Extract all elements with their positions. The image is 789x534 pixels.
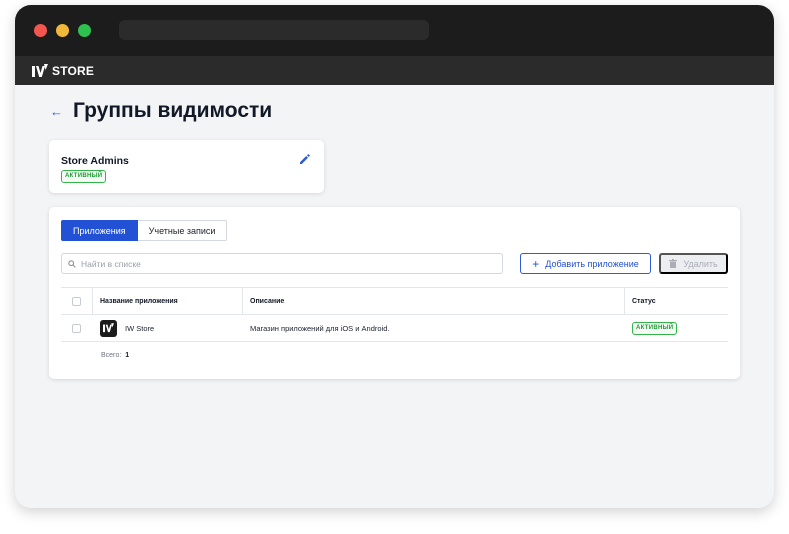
column-header-name[interactable]: Название приложения	[92, 288, 242, 314]
minimize-window-button[interactable]	[56, 24, 69, 37]
table-header-row: Название приложения Описание Статус	[61, 287, 728, 315]
row-select-cell	[61, 315, 92, 341]
total-count: Всего: 1	[101, 352, 129, 359]
app-brand[interactable]: STORE	[52, 64, 94, 78]
app-description: Магазин приложений для iOS и Android.	[250, 323, 390, 333]
column-header-description[interactable]: Описание	[242, 288, 624, 314]
browser-window: STORE ← Группы видимости Store Admins АК…	[15, 5, 774, 508]
tab-accounts[interactable]: Учетные записи	[137, 220, 228, 241]
main-content: ← Группы видимости Store Admins АКТИВНЫЙ…	[15, 85, 774, 508]
group-status-badge: АКТИВНЫЙ	[61, 170, 107, 183]
search-icon	[68, 259, 76, 268]
iw-store-app-icon	[100, 319, 117, 337]
app-status-cell: АКТИВНЫЙ	[624, 315, 728, 341]
search-input[interactable]	[81, 258, 481, 269]
column-header-status[interactable]: Статус	[624, 288, 728, 314]
back-arrow-icon[interactable]: ←	[50, 104, 63, 119]
page-header: ← Группы видимости	[50, 99, 272, 123]
group-name: Store Admins	[61, 155, 129, 167]
group-card: Store Admins АКТИВНЫЙ	[49, 140, 324, 193]
search-box	[61, 253, 503, 274]
select-all-checkbox[interactable]	[72, 296, 81, 306]
add-application-label: Добавить приложение	[545, 258, 639, 269]
edit-pencil-icon[interactable]	[299, 153, 311, 165]
total-value: 1	[125, 352, 130, 359]
table-row[interactable]: IW Store Магазин приложений для iOS и An…	[61, 315, 728, 342]
close-window-button[interactable]	[34, 24, 47, 37]
address-bar[interactable]	[119, 20, 429, 40]
maximize-window-button[interactable]	[78, 24, 91, 37]
app-name-cell: IW Store	[92, 315, 242, 341]
iw-logo-icon	[32, 63, 48, 77]
app-name: IW Store	[125, 323, 155, 333]
delete-button[interactable]: Удалить	[659, 253, 728, 274]
tab-bar: Приложения Учетные записи	[61, 220, 228, 241]
trash-icon	[669, 259, 678, 268]
app-status-badge: АКТИВНЫЙ	[632, 321, 678, 335]
apps-table: Название приложения Описание Статус IW S…	[61, 287, 728, 342]
row-checkbox[interactable]	[72, 323, 81, 333]
plus-icon: +	[532, 256, 540, 271]
total-label: Всего:	[101, 352, 122, 359]
select-all-cell	[61, 288, 92, 314]
app-header: STORE	[15, 56, 774, 85]
delete-label: Удалить	[683, 258, 718, 269]
browser-titlebar	[15, 5, 774, 56]
tab-applications[interactable]: Приложения	[61, 220, 138, 241]
page-title: Группы видимости	[73, 99, 273, 122]
add-application-button[interactable]: + Добавить приложение	[520, 253, 651, 274]
apps-panel: Приложения Учетные записи + Добавить при…	[49, 207, 740, 379]
